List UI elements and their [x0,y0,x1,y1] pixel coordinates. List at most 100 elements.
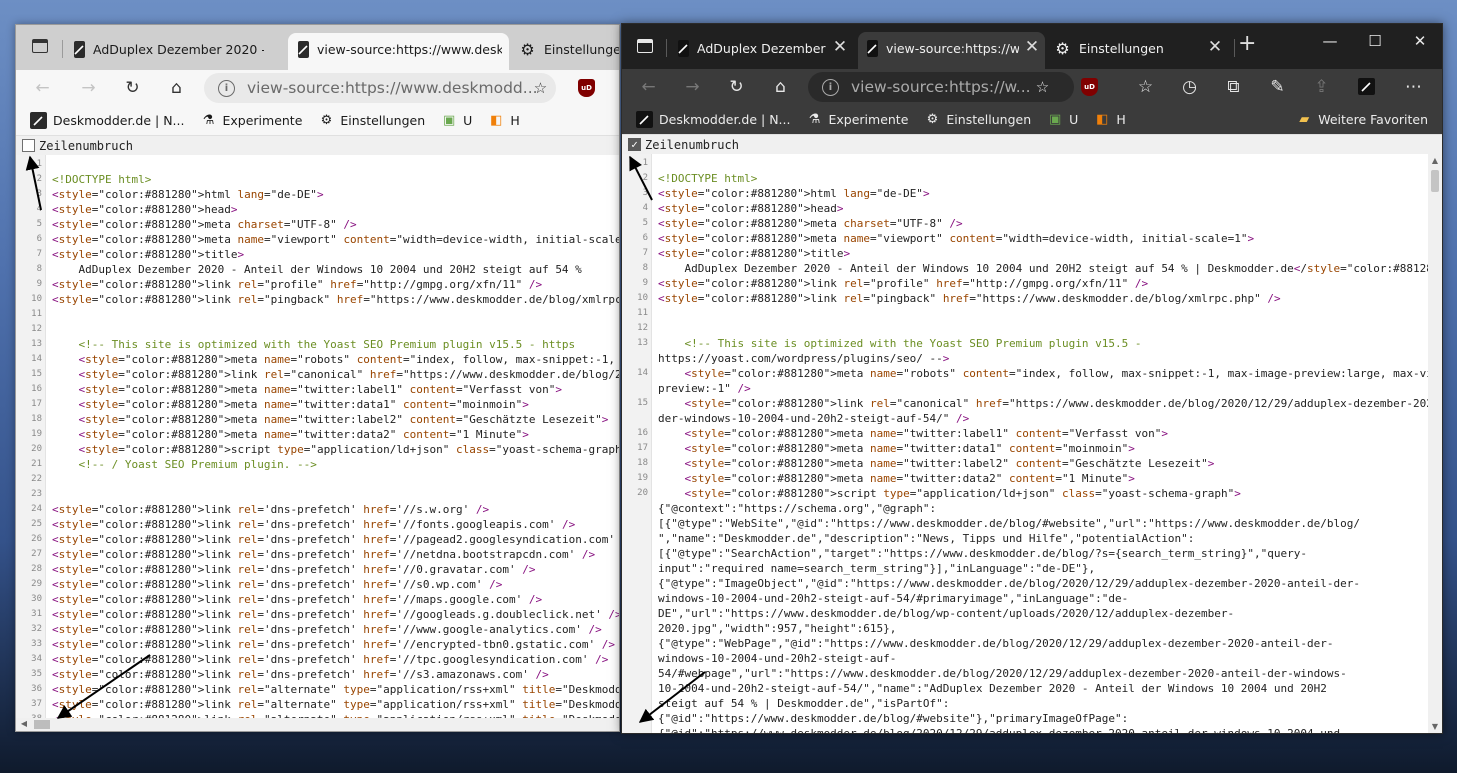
line-text: <style="color:#881280">head> [52,203,238,216]
line-text: <style="color:#881280">meta name="twitte… [78,428,529,441]
forward-button[interactable]: → [680,74,705,99]
source-view[interactable]: 1 2 <!DOCTYPE html> 3 <style="color:#881280"… [622,154,1442,733]
add-favorite-icon[interactable]: ☆ [1030,74,1055,99]
line-text: <style="color:#881280">html lang="de-DE"… [52,188,324,201]
new-tab-icon[interactable]: + [1238,33,1256,55]
source-line: 31 <style="color:#881280">link rel='dns-p… [16,607,619,622]
line-text: <style="color:#881280">script type="appl… [78,443,620,456]
other-favorites-folder[interactable]: ▰ Weitere Favoriten [1296,111,1428,127]
line-number: 12 [637,323,648,333]
scroll-down-icon[interactable]: ▼ [1430,722,1440,731]
source-line: 30 <style="color:#881280">link rel='dns-p… [16,592,619,607]
ublock-extension-button[interactable]: uD [1077,74,1102,99]
line-number: 19 [31,429,42,439]
tab-actions-icon[interactable] [32,39,48,53]
more-options-icon[interactable]: ⋯ [1401,74,1426,99]
favorite-u[interactable]: ▣ U [441,112,472,128]
horizontal-scrollbar[interactable]: ◀ [16,718,619,731]
line-number [622,636,650,651]
source-line: 17 <style="color:#881280">meta name="twi… [16,397,619,412]
line-text [44,472,52,487]
favorite-experimente[interactable]: ⚗ Experimente [200,112,303,128]
address-text: view-source:https://w... [851,78,1031,96]
minimize-icon[interactable]: — [1317,32,1343,50]
source-line: 12 [16,322,619,337]
source-line: 7 <style="color:#881280">title> [622,246,1442,261]
close-tab-icon[interactable]: ✕ [1206,38,1224,56]
source-line: 13 <!-- This site is optimized with the … [16,337,619,352]
close-tab-icon[interactable]: ✕ [831,38,849,56]
source-line: 4 <style="color:#881280">head> [622,201,1442,216]
favorite-label: U [463,112,473,128]
line-text: <style="color:#881280">html lang="de-DE"… [658,187,930,200]
line-number: 14 [637,368,648,378]
info-icon[interactable]: i [218,79,235,97]
line-wrap-checkbox[interactable]: ✓ [628,138,641,151]
line-number [622,591,650,606]
line-text: <style="color:#881280">link rel='dns-pre… [52,653,609,666]
refresh-button[interactable]: ↻ [120,75,145,100]
forward-button[interactable]: → [76,75,101,100]
favorites-bar: Deskmodder.de | N... ⚗ Experimente ⚙ Einst… [16,105,619,135]
line-number: 3 [36,189,42,199]
tab-separator [62,40,63,58]
squares-icon: ◧ [490,112,503,128]
scroll-up-icon[interactable]: ▲ [1430,156,1440,165]
favorite-label: Experimente [828,111,909,127]
collections-icon[interactable]: ⧉ [1221,74,1246,99]
add-favorite-icon[interactable]: ☆ [528,75,553,100]
line-text: 2020.jpg","width":957,"height":615}, [658,622,897,635]
tab-einstellungen[interactable]: ⚙ Einstellungen [519,38,619,60]
favorite-h[interactable]: ◧ H [1094,111,1126,127]
scroll-left-icon[interactable]: ◀ [19,719,29,728]
source-line: {"@id":"https://www.deskmodder.de/blog/2… [622,726,1442,733]
favorite-experimente[interactable]: ⚗ Experimente [806,111,909,127]
source-line: 22 [16,472,619,487]
favorites-icon[interactable]: ☆ [1133,74,1158,99]
favorite-deskmodder[interactable]: Deskmodder.de | N... [30,111,184,129]
horizontal-scrollbar-thumb[interactable] [34,720,50,729]
source-line: 20 <style="color:#881280">script type="a… [16,442,619,457]
favorite-deskmodder[interactable]: Deskmodder.de | N... [636,110,790,128]
share-icon[interactable]: ⇪ [1309,74,1334,99]
line-number: 31 [31,609,42,619]
tab-einstellungen[interactable]: ⚙ Einstellungen [1054,37,1204,59]
tab-actions-icon[interactable] [637,39,653,53]
address-bar[interactable]: i view-source:https://www.deskmodd... [204,73,556,103]
favorite-label: U [1069,111,1079,127]
close-tab-icon[interactable]: ✕ [1023,38,1041,56]
tab-view-source[interactable]: view-source:https://www.desk [298,38,502,60]
back-button[interactable]: ← [636,74,661,99]
home-button[interactable]: ⌂ [164,75,189,100]
navigation-bar: ← → ↻ ⌂ i view-source:https://w... ☆ uD … [622,69,1442,104]
source-line: 14 <style="color:#881280">meta name="rob… [622,366,1442,381]
info-icon[interactable]: i [822,78,839,96]
source-view[interactable]: 1 2 <!DOCTYPE html> 3 <style="color:#881280"… [16,155,619,731]
line-text: <style="color:#881280">link rel='dns-pre… [52,638,615,651]
tab-view-source[interactable]: view-source:https://ww [867,37,1019,59]
favorite-einstellungen[interactable]: ⚙ Einstellungen [318,112,426,128]
line-text: <style="color:#881280">meta name="twitte… [684,427,1169,440]
line-number: 2 [642,173,648,183]
back-button[interactable]: ← [30,75,55,100]
window-close-icon[interactable]: ✕ [1407,32,1433,50]
favorite-u[interactable]: ▣ U [1047,111,1078,127]
vertical-scrollbar-thumb[interactable] [1431,170,1439,192]
ublock-extension-button[interactable]: uD [574,75,599,100]
home-button[interactable]: ⌂ [768,74,793,99]
maximize-icon[interactable]: ☐ [1362,32,1388,50]
history-icon[interactable]: ◷ [1177,74,1202,99]
tab-adduplex[interactable]: AdDuplex Dezember 20 [678,37,828,59]
favorite-h[interactable]: ◧ H [488,112,520,128]
refresh-button[interactable]: ↻ [724,74,749,99]
line-wrap-checkbox[interactable] [22,139,35,152]
pen-icon [30,111,47,129]
favorite-einstellungen[interactable]: ⚙ Einstellungen [924,111,1032,127]
tab-label: Einstellungen [544,41,619,57]
profile-pen-icon[interactable] [1354,74,1379,99]
tab-adduplex[interactable]: AdDuplex Dezember 2020 - A [74,38,264,60]
other-favorites-label: Weitere Favoriten [1318,111,1428,127]
web-capture-icon[interactable]: ✎ [1265,74,1290,99]
vertical-scrollbar[interactable]: ▲ ▼ [1428,154,1442,733]
line-number: 17 [31,399,42,409]
